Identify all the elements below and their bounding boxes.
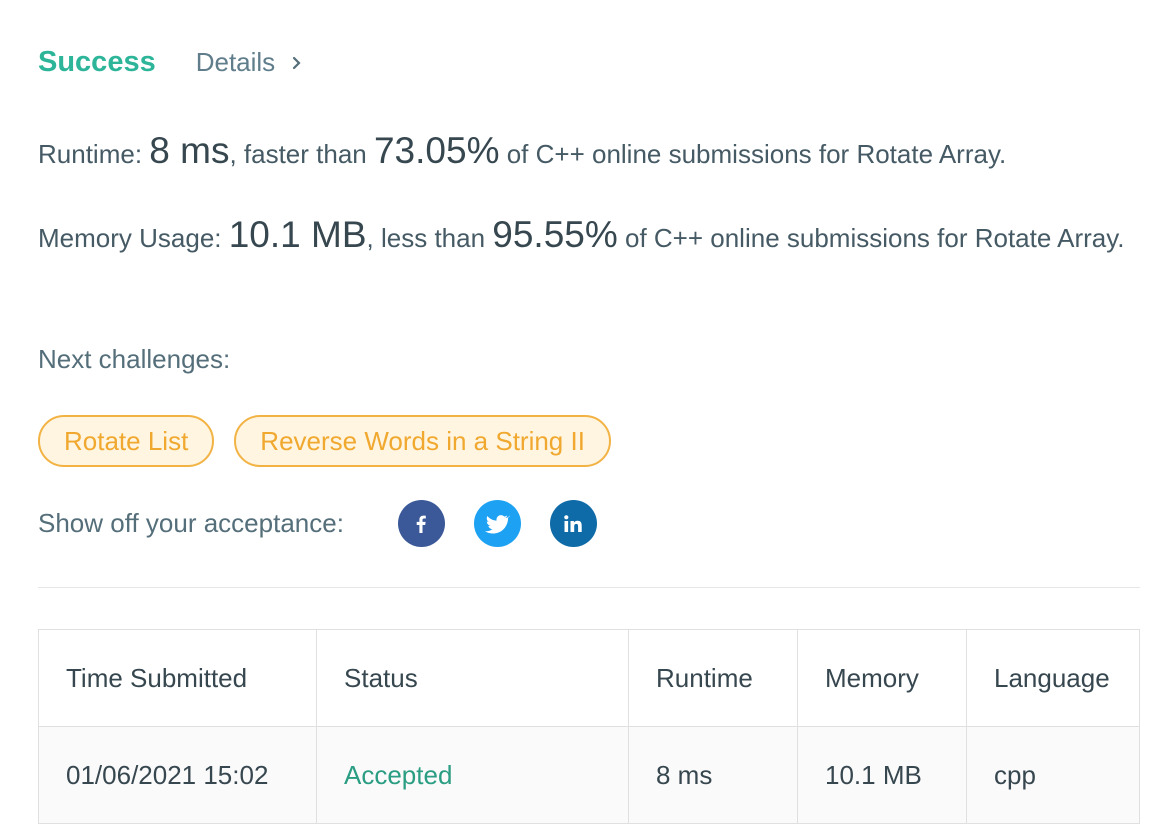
cell-memory: 10.1 MB [797,726,967,824]
result-header: Success Details [38,46,307,79]
challenge-chip-rotate-list[interactable]: Rotate List [38,415,215,467]
twitter-icon [485,514,511,534]
challenge-chip-reverse-words[interactable]: Reverse Words in a String II [234,415,611,467]
next-challenges-list: Rotate List Reverse Words in a String II [38,415,611,467]
runtime-label: Runtime: [38,139,150,169]
facebook-share-button[interactable] [397,500,445,547]
runtime-suffix: of C++ online submissions for Rotate Arr… [499,139,1007,169]
column-header-memory: Memory [797,629,967,727]
column-header-language: Language [966,629,1140,727]
details-label: Details [195,47,276,77]
social-buttons [397,500,597,547]
table-header-row: Time Submitted Status Runtime Memory Lan… [38,629,1140,727]
linkedin-icon [564,514,583,532]
submissions-table: Time Submitted Status Runtime Memory Lan… [38,629,1140,824]
table-row: 01/06/2021 15:02 Accepted 8 ms 10.1 MB c… [38,726,1140,824]
memory-percent: 95.55% [492,214,618,255]
memory-suffix: of C++ online submissions for Rotate Arr… [617,223,1125,253]
share-section: Show off your acceptance: [38,500,597,547]
cell-status-link[interactable]: Accepted [316,726,629,824]
details-link[interactable]: Details [196,47,307,78]
cell-language: cpp [966,726,1140,824]
status-title: Success [38,46,156,78]
share-label: Show off your acceptance: [38,508,344,538]
linkedin-share-button[interactable] [549,500,597,547]
memory-value: 10.1 MB [228,214,367,255]
facebook-icon [417,515,427,533]
chevron-right-icon [293,56,301,69]
runtime-comparison: , faster than [229,139,374,169]
memory-summary: Memory Usage: 10.1 MB, less than 95.55% … [38,214,1128,259]
runtime-summary: Runtime: 8 ms, faster than 73.05% of C++… [38,130,1006,175]
column-header-status: Status [316,629,629,727]
section-divider [38,587,1140,588]
memory-comparison: , less than [366,223,493,253]
next-challenges-label: Next challenges: [38,344,231,374]
column-header-time: Time Submitted [38,629,317,727]
twitter-share-button[interactable] [473,500,521,547]
cell-time-submitted: 01/06/2021 15:02 [38,726,317,824]
runtime-percent: 73.05% [373,130,500,171]
cell-runtime: 8 ms [628,726,798,824]
column-header-runtime: Runtime [628,629,798,727]
memory-label: Memory Usage: [38,223,229,253]
runtime-value: 8 ms [149,130,230,171]
